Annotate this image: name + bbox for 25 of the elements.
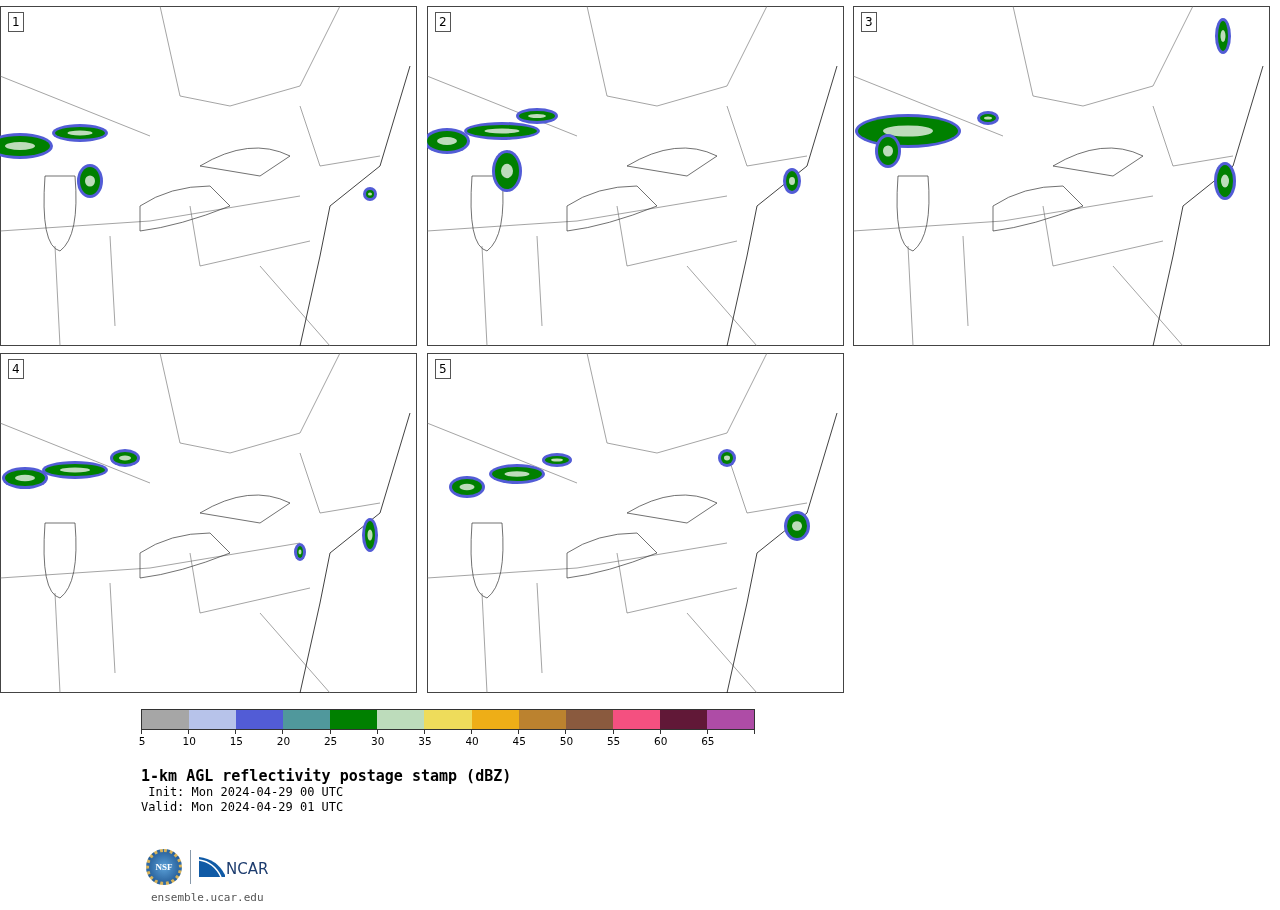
tick-label: 35 xyxy=(418,735,432,747)
tick-label: 30 xyxy=(371,735,385,747)
tick-label: 15 xyxy=(229,735,243,747)
tick-label: 20 xyxy=(276,735,291,747)
chart-title: 1-km AGL reflectivity postage stamp (dBZ) xyxy=(141,767,513,785)
nsf-logo: NSF xyxy=(146,849,182,885)
tick-label: 65 xyxy=(701,735,715,747)
panel-number: 1 xyxy=(8,12,24,32)
panel-number: 3 xyxy=(861,12,877,32)
tick-label: 50 xyxy=(559,735,574,747)
tick-label: 5 xyxy=(138,735,146,747)
panel-number: 2 xyxy=(435,12,451,32)
ncar-logo-text: NCAR xyxy=(226,861,269,877)
tick-label: 40 xyxy=(465,735,479,747)
site-url: ensemble.ucar.edu xyxy=(151,891,265,904)
valid-time: Valid: Mon 2024-04-29 01 UTC xyxy=(141,800,345,815)
tick-label: 45 xyxy=(512,735,526,747)
tick-label: 60 xyxy=(654,735,668,747)
init-time: Init: Mon 2024-04-29 00 UTC xyxy=(147,785,345,800)
tick-label: 10 xyxy=(182,735,196,747)
tick-label: 55 xyxy=(606,735,621,747)
swoosh-icon xyxy=(199,857,225,877)
panel-number: 4 xyxy=(8,359,24,379)
panel-number: 5 xyxy=(435,359,451,379)
tick-label: 25 xyxy=(323,735,338,747)
